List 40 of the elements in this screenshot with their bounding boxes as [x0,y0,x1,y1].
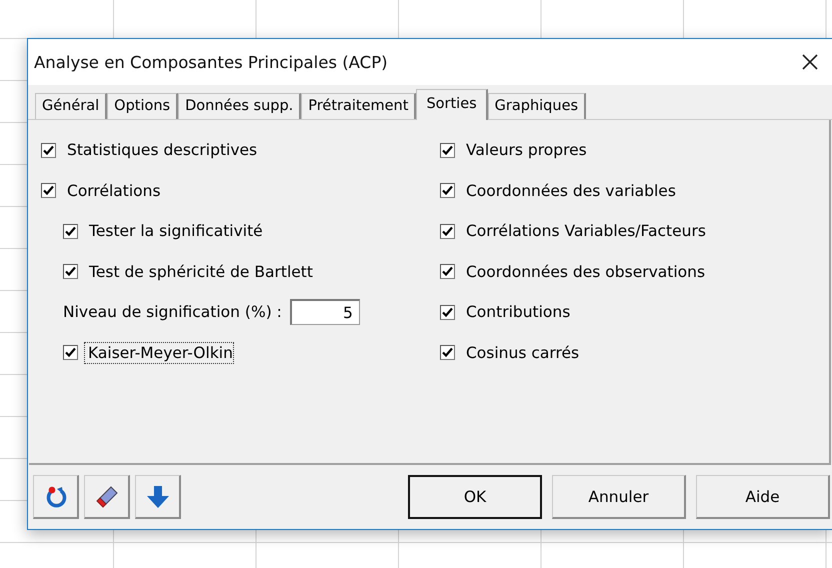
checkbox-label[interactable]: Corrélations Variables/Facteurs [466,221,706,242]
checkbox-label[interactable]: Statistiques descriptives [67,140,258,160]
checkbox-label[interactable]: Valeurs propres [466,140,587,160]
window-title: Analyse en Composantes Principales (ACP) [34,52,389,72]
checkbox[interactable] [63,345,78,360]
field-label: Niveau de signification (%) : [63,303,282,322]
tab[interactable]: Prétraitement [301,93,416,119]
tab[interactable]: Sorties [416,89,488,120]
download-button[interactable] [135,475,181,519]
tab[interactable]: Options [107,93,178,119]
dialog-button[interactable]: Aide [696,475,830,519]
checkbox[interactable] [440,345,455,360]
close-icon[interactable] [802,54,818,70]
tab[interactable]: Données supp. [178,93,302,119]
checkbox-label[interactable]: Coordonnées des observations [466,262,706,282]
checkbox-label[interactable]: Cosinus carrés [466,342,580,363]
checkbox[interactable] [41,142,56,158]
checkbox[interactable] [63,224,78,239]
checkbox[interactable] [440,183,455,198]
checkbox[interactable] [41,183,56,198]
checkbox[interactable] [440,264,455,280]
checkbox[interactable] [63,264,78,280]
number-field[interactable]: 5 [290,299,360,326]
tab[interactable]: Graphiques [488,93,586,119]
checkbox-label[interactable]: Contributions [466,302,570,322]
checkbox[interactable] [440,224,455,239]
checkbox[interactable] [440,142,455,158]
checkbox-label[interactable]: Coordonnées des variables [466,180,676,201]
tab[interactable]: Général [35,93,108,119]
checkbox-label[interactable]: Test de sphéricité de Bartlett [89,262,313,282]
eraser-button[interactable] [84,475,130,519]
dialog-button[interactable]: OK [408,475,542,519]
reset-button[interactable] [33,475,79,519]
dialog-button[interactable]: Annuler [552,475,686,519]
down-arrow-icon [146,484,170,508]
checkbox-label[interactable]: Tester la significativité [89,221,263,242]
eraser-icon [94,484,118,508]
checkbox-label[interactable]: Kaiser-Meyer-Olkin [85,342,233,363]
checkbox[interactable] [440,304,455,320]
checkbox-label[interactable]: Corrélations [67,180,161,201]
